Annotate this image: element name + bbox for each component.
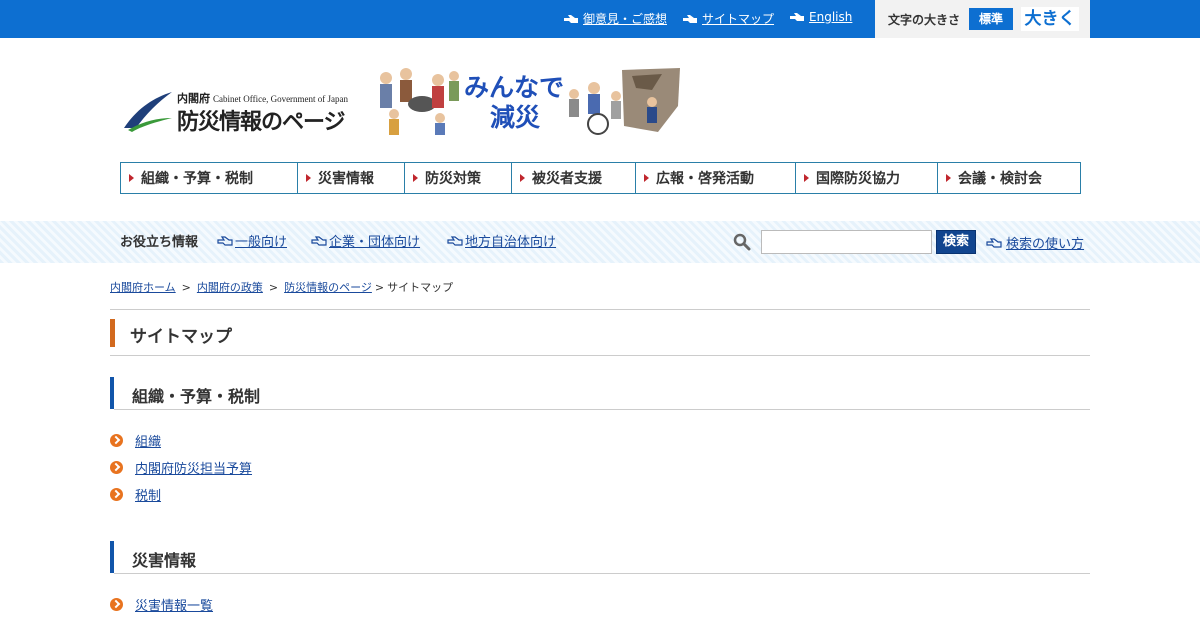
triangle-right-icon	[804, 174, 809, 182]
general-link[interactable]: 一般向け	[235, 231, 287, 250]
divider	[114, 409, 1090, 410]
pointing-hand-icon	[683, 14, 698, 23]
top-links: 御意見・ご感想 サイトマップ English	[563, 0, 867, 38]
breadcrumb-separator: >	[181, 281, 191, 294]
divider	[110, 355, 1090, 356]
nav-label: 国際防災協力	[816, 171, 900, 187]
pointing-hand-icon	[986, 237, 1002, 248]
people-illustration-icon	[380, 68, 459, 135]
nav-public-relations[interactable]: 広報・啓発活動	[636, 163, 796, 193]
link-tax[interactable]: 税制	[135, 485, 161, 504]
breadcrumb-current: サイトマップ	[387, 281, 454, 294]
section-title-disaster-info: 災害情報	[132, 551, 197, 570]
search-icon	[733, 233, 751, 251]
pointing-hand-icon	[311, 235, 327, 246]
chevron-right-circle-icon	[110, 488, 123, 501]
section-accent-bar	[110, 541, 114, 573]
title-accent-bar	[110, 319, 115, 347]
section-accent-bar	[110, 377, 114, 409]
list-item: 災害情報一覧	[110, 595, 213, 614]
triangle-right-icon	[644, 174, 649, 182]
feedback-link[interactable]: 御意見・ご感想	[583, 10, 667, 27]
link-budget[interactable]: 内閣府防災担当予算	[135, 458, 252, 477]
slogan-line-2: 減災	[490, 103, 541, 132]
english-link[interactable]: English	[809, 10, 852, 24]
search-howto: 検索の使い方	[986, 233, 1084, 252]
breadcrumb-home[interactable]: 内閣府ホーム	[110, 281, 176, 294]
nav-disaster-measures[interactable]: 防災対策	[405, 163, 512, 193]
top-link-english: English	[789, 10, 852, 24]
list-item: 税制	[110, 485, 161, 504]
sitemap-link[interactable]: サイトマップ	[702, 10, 774, 27]
breadcrumb-separator: >	[268, 281, 279, 294]
chevron-right-circle-icon	[110, 434, 123, 447]
top-utility-bar: 御意見・ご感想 サイトマップ English 文字の大きさ 標準 大きく	[0, 0, 1200, 38]
nav-international[interactable]: 国際防災協力	[796, 163, 938, 193]
link-disaster-list[interactable]: 災害情報一覧	[135, 595, 213, 614]
breadcrumb: 内閣府ホーム > 内閣府の政策 > 防災情報のページ > サイトマップ	[110, 279, 453, 295]
nav-label: 災害情報	[318, 171, 374, 187]
pointing-hand-icon	[447, 235, 463, 246]
nav-label: 会議・検討会	[958, 171, 1042, 187]
chevron-right-circle-icon	[110, 461, 123, 474]
triangle-right-icon	[129, 174, 134, 182]
nav-label: 広報・啓発活動	[656, 171, 754, 187]
chevron-right-circle-icon	[110, 598, 123, 611]
nav-disaster-info[interactable]: 災害情報	[298, 163, 405, 193]
divider	[110, 309, 1090, 310]
divider	[114, 573, 1090, 574]
search-button[interactable]: 検索	[936, 230, 976, 254]
rescue-illustration-icon	[569, 68, 680, 135]
font-size-switcher: 文字の大きさ 標準 大きく	[875, 0, 1090, 38]
page-title: サイトマップ	[130, 327, 232, 347]
cabinet-office-emblem-icon	[124, 92, 172, 132]
nav-label: 被災者支援	[532, 171, 602, 187]
font-size-normal-button[interactable]: 標準	[969, 8, 1014, 30]
list-item: 内閣府防災担当予算	[110, 458, 252, 477]
nav-label: 防災対策	[425, 171, 481, 187]
site-logo[interactable]: 内閣府 Cabinet Office, Government of Japan 防…	[122, 62, 682, 138]
pointing-hand-icon	[217, 235, 233, 246]
top-link-sitemap: サイトマップ	[682, 10, 774, 27]
triangle-right-icon	[413, 174, 418, 182]
logo-cabinet-en: Cabinet Office, Government of Japan	[213, 94, 349, 104]
local-gov-link[interactable]: 地方自治体向け	[465, 231, 556, 250]
search-howto-link[interactable]: 検索の使い方	[1006, 233, 1084, 252]
link-organization[interactable]: 組織	[135, 431, 161, 450]
pointing-hand-icon	[790, 13, 805, 21]
useful-link-general: 一般向け	[217, 231, 287, 250]
triangle-right-icon	[306, 174, 311, 182]
nav-label: 組織・予算・税制	[141, 171, 253, 187]
top-link-feedback: 御意見・ご感想	[563, 10, 667, 27]
triangle-right-icon	[946, 174, 951, 182]
search-input[interactable]	[761, 230, 932, 254]
nav-meetings[interactable]: 会議・検討会	[938, 163, 1080, 193]
global-navigation: 組織・予算・税制 災害情報 防災対策 被災者支援 広報・啓発活動 国際防災協力 …	[120, 162, 1081, 194]
triangle-right-icon	[520, 174, 525, 182]
nav-victim-support[interactable]: 被災者支援	[512, 163, 636, 193]
pointing-hand-icon	[564, 14, 578, 23]
useful-link-local-gov: 地方自治体向け	[447, 231, 556, 250]
font-size-large-button[interactable]: 大きく	[1021, 7, 1080, 31]
business-link[interactable]: 企業・団体向け	[329, 231, 420, 250]
breadcrumb-separator: >	[374, 281, 385, 294]
useful-info-title: お役立ち情報	[120, 235, 199, 250]
breadcrumb-policy[interactable]: 内閣府の政策	[197, 281, 263, 294]
section-title-organization: 組織・予算・税制	[132, 387, 261, 406]
font-size-label: 文字の大きさ	[888, 12, 961, 27]
logo-title: 防災情報のページ	[177, 110, 346, 135]
useful-link-business: 企業・団体向け	[311, 231, 420, 250]
nav-organization-budget[interactable]: 組織・予算・税制	[121, 163, 298, 193]
list-item: 組織	[110, 431, 161, 450]
useful-info-band: お役立ち情報 一般向け 企業・団体向け 地方自治体向け 検索 検索の使い方	[0, 221, 1200, 263]
breadcrumb-bousai[interactable]: 防災情報のページ	[284, 281, 372, 294]
